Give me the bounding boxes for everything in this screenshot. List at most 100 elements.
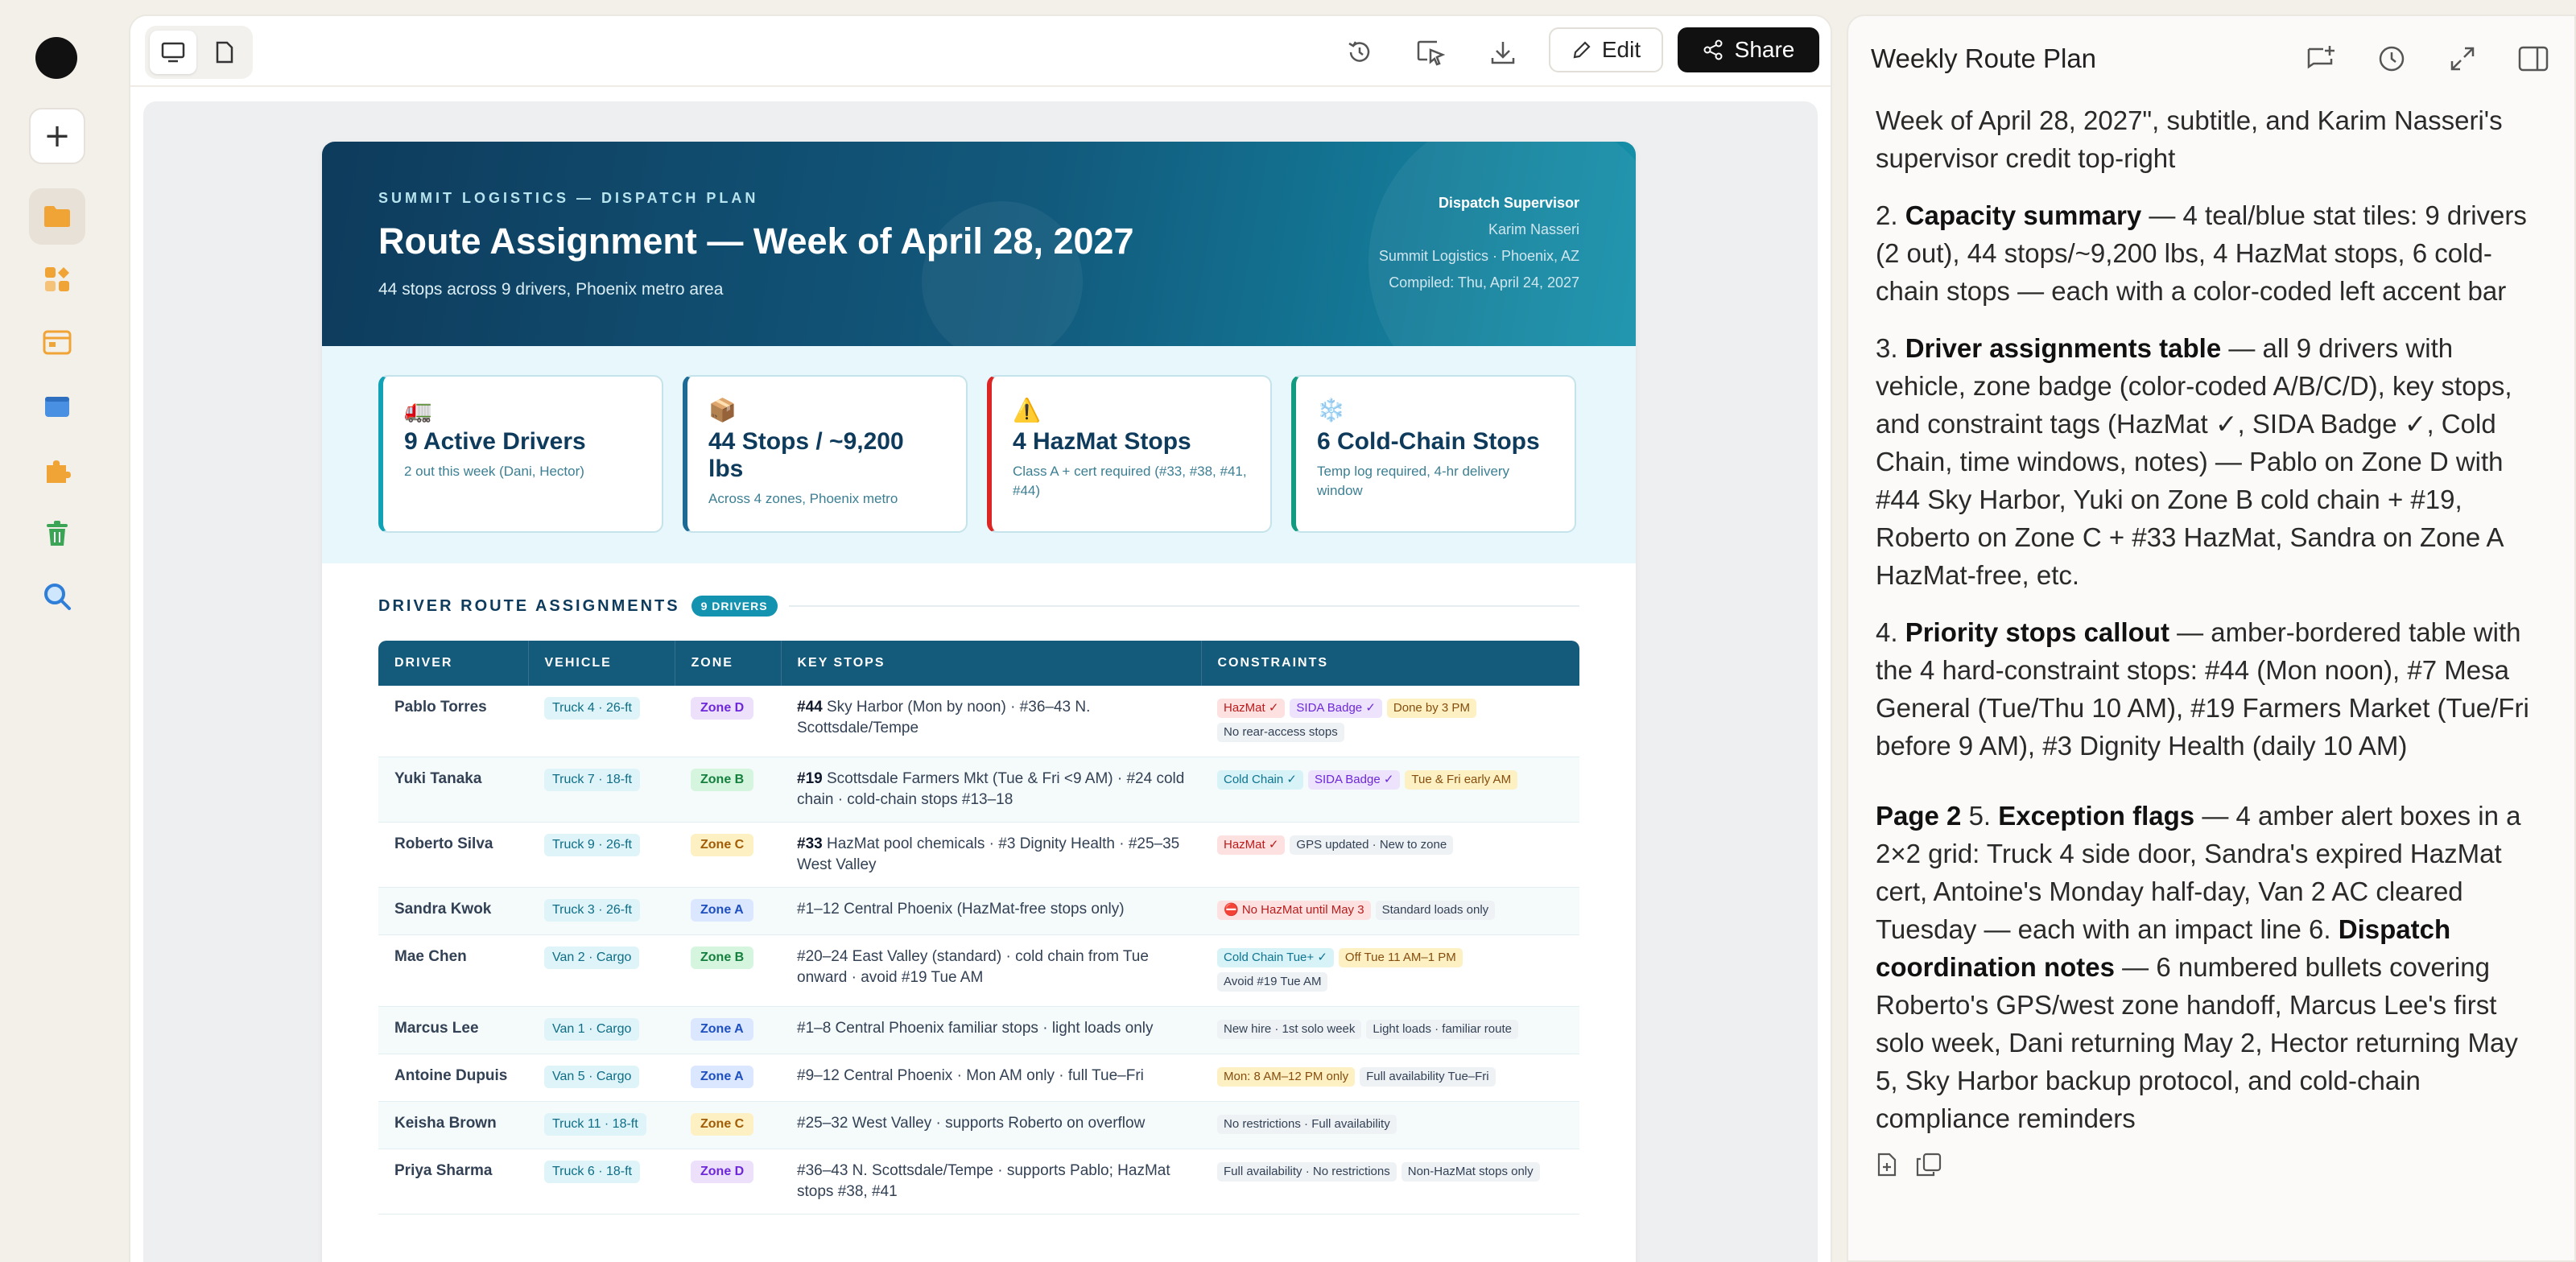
new-chat-button[interactable]: + bbox=[29, 108, 85, 164]
key-stops-cell: #36–43 N. Scottsdale/Tempe · supports Pa… bbox=[781, 1149, 1201, 1215]
zone-badge: Zone C bbox=[691, 834, 754, 856]
para-bold: Exception flags bbox=[1998, 801, 2195, 831]
preview-canvas: SUMMIT LOGISTICS — DISPATCH PLAN Route A… bbox=[143, 101, 1818, 1262]
window-icon[interactable] bbox=[29, 378, 85, 435]
stat-tile-drivers: 🚛 9 Active Drivers 2 out this week (Dani… bbox=[378, 375, 663, 533]
constraint-tag: GPS updated · New to zone bbox=[1290, 835, 1454, 855]
constraint-tag: HazMat ✓ bbox=[1217, 699, 1286, 718]
section-header: DRIVER ROUTE ASSIGNMENTS 9 DRIVERS bbox=[322, 563, 1636, 617]
artifact-panel: Edit Share SUMMIT LOGISTICS — DISPATCH P… bbox=[129, 14, 1832, 1262]
table-header-row: DRIVER VEHICLE ZONE KEY STOPS CONSTRAINT… bbox=[378, 641, 1579, 686]
driver-name: Roberto Silva bbox=[378, 822, 528, 888]
para-lead: 2. bbox=[1876, 200, 1905, 230]
stat-tile-stops: 📦 44 Stops / ~9,200 lbs Across 4 zones, … bbox=[683, 375, 968, 533]
stat-desc: Across 4 zones, Phoenix metro bbox=[708, 491, 898, 506]
para-lead: 3. bbox=[1876, 333, 1905, 363]
table-row: Antoine Dupuis Van 5 · Cargo Zone A #9–12 C… bbox=[378, 1054, 1579, 1102]
trash-icon[interactable] bbox=[29, 505, 85, 562]
message-actions bbox=[1876, 1149, 2544, 1186]
zone-cell: Zone C bbox=[675, 822, 781, 888]
key-stops-cell: #9–12 Central Phoenix · Mon AM only · fu… bbox=[781, 1054, 1201, 1102]
constraints-cell: HazMat ✓ GPS updated · New to zone bbox=[1201, 822, 1579, 888]
zone-badge: Zone B bbox=[691, 946, 754, 969]
user-avatar[interactable] bbox=[35, 37, 77, 79]
chat-title: Weekly Route Plan bbox=[1871, 43, 2097, 73]
stat-tile-cold-chain: ❄️ 6 Cold-Chain Stops Temp log required,… bbox=[1291, 375, 1576, 533]
copy-icon[interactable] bbox=[1916, 1149, 1942, 1186]
expand-icon[interactable] bbox=[2444, 40, 2481, 77]
stat-tile-hazmat: ⚠️ 4 HazMat Stops Class A + cert require… bbox=[987, 375, 1272, 533]
zone-cell: Zone B bbox=[675, 757, 781, 823]
sidebar-toggle-icon[interactable] bbox=[2515, 40, 2552, 77]
driver-assignments-table: DRIVER VEHICLE ZONE KEY STOPS CONSTRAINT… bbox=[378, 641, 1579, 1215]
share-button[interactable]: Share bbox=[1678, 27, 1819, 72]
new-comment-icon[interactable] bbox=[2302, 40, 2339, 77]
table-row: Keisha Brown Truck 11 · 18-ft Zone C #25–32… bbox=[378, 1101, 1579, 1149]
meta-role: Dispatch Supervisor bbox=[1438, 195, 1579, 211]
key-stops-cell: #44 Sky Harbor (Mon by noon) · #36–43 N.… bbox=[781, 686, 1201, 757]
driver-name: Mae Chen bbox=[378, 934, 528, 1007]
para-bold: Driver assignments table bbox=[1905, 333, 2222, 363]
para-text: Week of April 28, 2027", subtitle, and K… bbox=[1876, 105, 2503, 173]
vehicle-badge: Van 5 · Cargo bbox=[544, 1066, 640, 1088]
vehicle-cell: Van 5 · Cargo bbox=[528, 1054, 675, 1102]
stop-text: #36–43 N. Scottsdale/Tempe · supports Pa… bbox=[797, 1162, 1170, 1200]
download-icon[interactable] bbox=[1484, 34, 1521, 71]
zone-badge: Zone A bbox=[691, 1066, 753, 1088]
constraints-cell: Cold Chain ✓ SIDA Badge ✓ Tue & Fri early … bbox=[1201, 757, 1579, 823]
constraint-tag: SIDA Badge ✓ bbox=[1307, 770, 1401, 790]
meta-org: Summit Logistics · Phoenix, AZ bbox=[1378, 248, 1579, 264]
folder-icon[interactable] bbox=[29, 188, 85, 245]
puzzle-icon[interactable] bbox=[29, 443, 85, 499]
table-row: Roberto Silva Truck 9 · 26-ft Zone C #33 Ha… bbox=[378, 822, 1579, 888]
left-rail: + bbox=[0, 0, 114, 1262]
calendar-icon[interactable] bbox=[29, 314, 85, 370]
constraint-tag: Standard loads only bbox=[1375, 901, 1496, 920]
zone-cell: Zone C bbox=[675, 1101, 781, 1149]
constraint-tag: SIDA Badge ✓ bbox=[1290, 699, 1382, 718]
constraints-cell: Cold Chain Tue+ ✓ Off Tue 11 AM–1 PM Avoid… bbox=[1201, 934, 1579, 1007]
constraint-tag: Non-HazMat stops only bbox=[1401, 1162, 1540, 1182]
zone-badge: Zone A bbox=[691, 899, 753, 922]
key-stops-cell: #1–12 Central Phoenix (HazMat-free stops… bbox=[781, 887, 1201, 935]
search-icon[interactable] bbox=[29, 568, 85, 625]
document-view-icon[interactable] bbox=[201, 31, 248, 74]
constraint-tag: No rear-access stops bbox=[1217, 723, 1344, 742]
meta-name: Karim Nasseri bbox=[1488, 221, 1579, 237]
table-row: Mae Chen Van 2 · Cargo Zone B #20–24 East V… bbox=[378, 934, 1579, 1007]
meta-compiled: Compiled: Thu, April 24, 2027 bbox=[1389, 274, 1579, 291]
chat-panel: Weekly Route Plan Week of April 28, 2027… bbox=[1847, 14, 2576, 1262]
constraint-tag: Tue & Fri early AM bbox=[1405, 770, 1518, 790]
vehicle-badge: Truck 4 · 26-ft bbox=[544, 697, 640, 720]
history-icon[interactable] bbox=[2373, 40, 2410, 77]
vehicle-cell: Van 2 · Cargo bbox=[528, 934, 675, 1007]
key-stops-cell: #33 HazMat pool chemicals · #3 Dignity H… bbox=[781, 822, 1201, 888]
select-element-icon[interactable] bbox=[1412, 34, 1449, 71]
edit-button[interactable]: Edit bbox=[1549, 27, 1663, 72]
stop-lead: #33 bbox=[797, 835, 823, 852]
constraint-tag: HazMat ✓ bbox=[1217, 835, 1286, 855]
constraints-cell: HazMat ✓ SIDA Badge ✓ Done by 3 PM No rear-… bbox=[1201, 686, 1579, 757]
vehicle-badge: Truck 6 · 18-ft bbox=[544, 1161, 640, 1183]
chat-paragraph: Page 2 5. Exception flags — 4 amber aler… bbox=[1876, 797, 2544, 1137]
history-icon[interactable] bbox=[1341, 34, 1378, 71]
chat-paragraph: Week of April 28, 2027", subtitle, and K… bbox=[1876, 101, 2544, 177]
pencil-icon bbox=[1573, 41, 1591, 59]
zone-cell: Zone D bbox=[675, 686, 781, 757]
desktop-view-icon[interactable] bbox=[150, 31, 196, 74]
driver-name: Priya Sharma bbox=[378, 1149, 528, 1215]
constraint-tag: No restrictions · Full availability bbox=[1217, 1115, 1397, 1134]
table-row: Marcus Lee Van 1 · Cargo Zone A #1–8 Centra… bbox=[378, 1006, 1579, 1054]
stat-desc: Class A + cert required (#33, #38, #41, … bbox=[1013, 464, 1247, 498]
zone-badge: Zone D bbox=[691, 1161, 754, 1183]
apps-icon[interactable] bbox=[29, 251, 85, 307]
package-icon: 📦 bbox=[708, 397, 737, 423]
col-zone: ZONE bbox=[675, 641, 782, 686]
stop-text: HazMat pool chemicals · #3 Dignity Healt… bbox=[797, 835, 1180, 873]
stat-title: 6 Cold-Chain Stops bbox=[1317, 428, 1540, 455]
chat-header: Weekly Route Plan bbox=[1848, 16, 2574, 101]
file-icon[interactable] bbox=[1876, 1149, 1898, 1186]
zone-badge: Zone A bbox=[691, 1018, 753, 1041]
constraints-cell: Mon: 8 AM–12 PM only Full availability Tu… bbox=[1201, 1054, 1579, 1102]
col-constraints: CONSTRAINTS bbox=[1201, 641, 1579, 686]
